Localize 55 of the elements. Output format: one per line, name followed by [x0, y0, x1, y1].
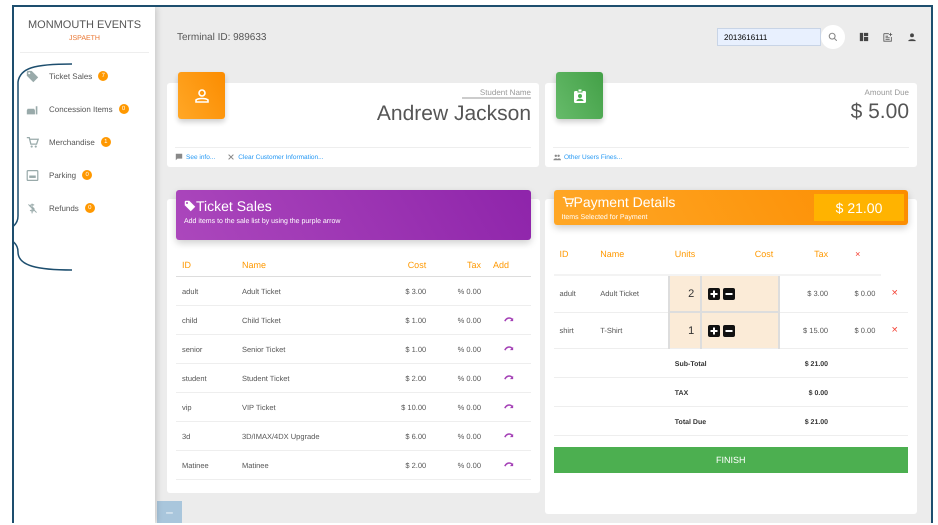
remove-button[interactable]: × [891, 287, 898, 300]
plus-button[interactable] [708, 288, 720, 300]
add-arrow-icon[interactable] [504, 344, 514, 352]
column-header: Tax [432, 254, 488, 276]
panel-title: Payment Details [574, 194, 676, 210]
column-header: ID [554, 243, 594, 275]
tag-icon [184, 200, 196, 212]
column-header: ID [176, 254, 236, 276]
remove-button[interactable]: × [891, 324, 898, 336]
people-icon [553, 153, 561, 161]
finish-button[interactable]: FINISH [554, 447, 908, 473]
plus-button[interactable] [708, 324, 720, 336]
parking-icon [26, 168, 39, 182]
add-arrow-icon[interactable] [504, 460, 514, 468]
brand-title: MONMOUTH EVENTS [28, 19, 142, 31]
units-cell: 1 [668, 312, 702, 348]
payment-total: $ 21.00 [814, 194, 904, 221]
comment-icon [175, 153, 183, 161]
field-label: Student Name [462, 88, 531, 99]
units-cell: 2 [668, 275, 702, 312]
column-header: Cost [374, 254, 432, 276]
column-header: Tax [779, 243, 834, 275]
dashboard-icon[interactable] [859, 32, 869, 42]
nav-item[interactable]: Parking [49, 170, 76, 180]
nav-item[interactable]: Concession Items [49, 104, 113, 114]
cart-icon [562, 196, 574, 208]
column-header: × [834, 243, 882, 275]
search-button[interactable] [821, 25, 845, 49]
panel-title: Ticket Sales [196, 198, 272, 214]
person-icon[interactable] [907, 32, 917, 42]
nav-item[interactable]: Refunds [49, 204, 79, 212]
nav-item[interactable]: Merchandise [49, 138, 95, 146]
field-label: Amount Due [864, 88, 909, 97]
cart-icon [26, 136, 39, 148]
person-icon [194, 88, 210, 104]
terminal-id: Terminal ID: 989633 [177, 32, 266, 42]
id-badge-icon [572, 88, 588, 104]
add-arrow-icon[interactable] [504, 402, 514, 410]
add-arrow-icon[interactable] [504, 432, 514, 438]
column-header: Name [594, 243, 669, 275]
nav-item[interactable]: Ticket Sales [49, 72, 92, 80]
student-name: Andrew Jackson [376, 102, 531, 126]
minus-button[interactable] [723, 288, 736, 300]
add-arrow-icon[interactable] [504, 316, 514, 322]
column-header: Name [236, 254, 375, 276]
close-icon [227, 153, 236, 161]
tag-icon [26, 70, 39, 82]
minus-button[interactable] [723, 324, 736, 336]
no-dollar-icon [26, 202, 39, 214]
add-arrow-icon[interactable] [504, 374, 514, 380]
search-icon [828, 32, 838, 42]
add-document-icon[interactable] [883, 32, 893, 42]
column-header: Add [487, 254, 530, 276]
amount-due: $ 5.00 [850, 100, 909, 124]
search-field[interactable]: 2013616111 [717, 28, 821, 46]
